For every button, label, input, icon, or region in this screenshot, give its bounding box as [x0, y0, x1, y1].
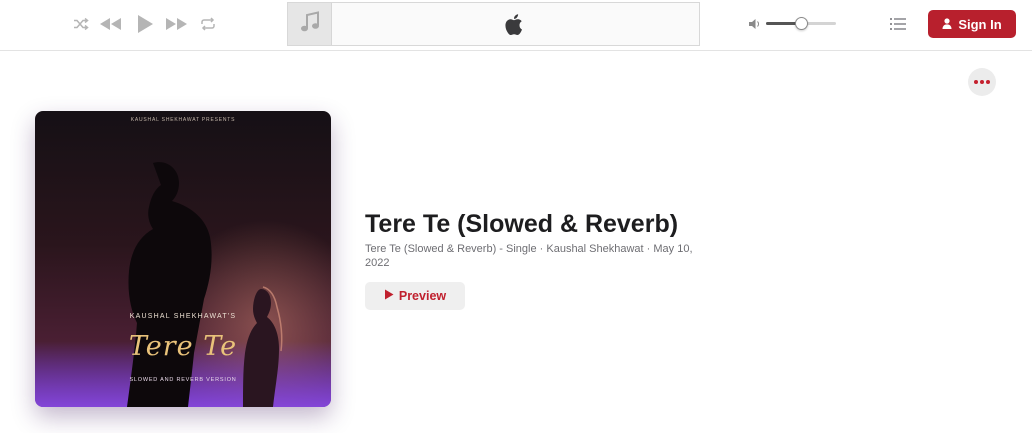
preview-button[interactable]: Preview [365, 282, 465, 310]
now-playing-artwork [288, 3, 332, 45]
sign-in-label: Sign In [958, 16, 1002, 32]
repeat-icon [200, 17, 216, 31]
rewind-icon [99, 17, 123, 31]
now-playing-display [287, 2, 700, 46]
volume-slider-handle[interactable] [795, 17, 808, 30]
next-button[interactable] [163, 12, 189, 36]
shuffle-icon [73, 17, 89, 31]
more-options-button[interactable] [968, 68, 996, 96]
artwork-presents-text: KAUSHAL SHEKHAWAT PRESENTS [130, 117, 236, 123]
fast-forward-icon [164, 17, 188, 31]
preview-label: Preview [398, 289, 447, 303]
list-icon [889, 18, 907, 36]
artwork-subtitle-text: SLOWED AND REVERB VERSION [129, 377, 237, 383]
more-dot [980, 80, 984, 84]
volume-slider[interactable] [766, 17, 836, 30]
shuffle-button[interactable] [68, 12, 94, 36]
volume-icon [748, 17, 761, 35]
previous-button[interactable] [98, 12, 124, 36]
play-icon [136, 14, 154, 34]
album-artwork: KAUSHAL SHEKHAWAT PRESENTS KAUSHAL SHEKH… [35, 111, 331, 407]
apple-logo-icon [503, 13, 523, 41]
album-title: Tere Te (Slowed & Reverb) [365, 210, 679, 238]
play-icon [384, 289, 394, 303]
top-bar: Sign In [0, 0, 1032, 51]
sign-in-button[interactable]: Sign In [928, 10, 1016, 38]
album-meta: Tere Te (Slowed & Reverb) - Single · Kau… [365, 243, 693, 269]
repeat-button[interactable] [195, 12, 221, 36]
more-dot [974, 80, 978, 84]
person-icon [942, 17, 952, 32]
music-note-icon [300, 10, 320, 38]
more-dot [986, 80, 990, 84]
artwork-title-text: Tere Te [128, 331, 238, 362]
artwork-artist-text: KAUSHAL SHEKHAWAT'S [129, 313, 237, 320]
play-button[interactable] [132, 12, 158, 36]
playing-next-button[interactable] [889, 16, 907, 32]
